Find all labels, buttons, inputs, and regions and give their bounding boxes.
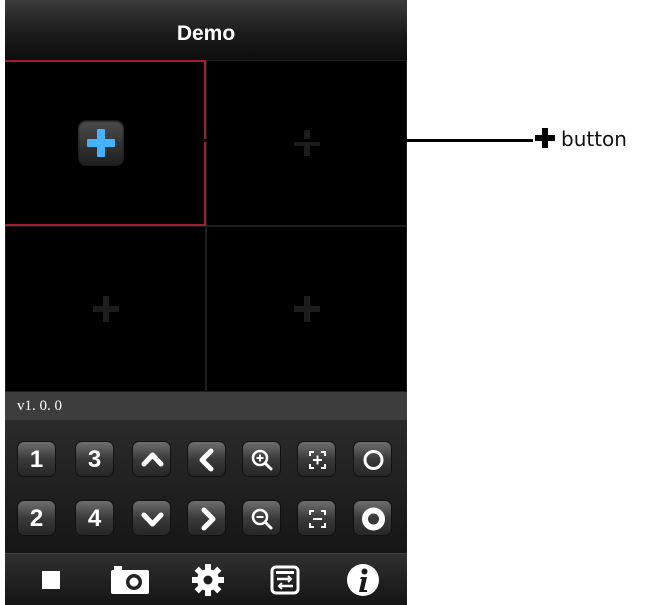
channel-1-button[interactable]: 1 <box>17 441 56 477</box>
focus-out-icon <box>309 510 326 528</box>
stop-icon <box>42 571 60 589</box>
settings-gear-icon <box>192 564 224 596</box>
add-camera-icon <box>91 294 121 324</box>
add-camera-icon <box>292 128 322 158</box>
zoom-in-button[interactable] <box>242 441 281 477</box>
plus-button-callout: button <box>535 127 627 151</box>
settings-button[interactable] <box>183 560 233 600</box>
title-bar: Demo <box>5 0 407 61</box>
snapshot-camera-icon <box>111 566 149 594</box>
version-label: v1. 0. 0 <box>5 392 407 420</box>
iris-open-button[interactable] <box>353 441 392 477</box>
pan-left-button[interactable] <box>187 441 226 477</box>
app-title: Demo <box>176 22 236 45</box>
channel-3-button[interactable]: 3 <box>75 441 114 477</box>
iris-open-icon <box>363 450 384 470</box>
camera-grid <box>5 60 407 392</box>
ptz-control-panel: 1 3 2 4 <box>5 420 407 553</box>
playback-button[interactable] <box>260 560 310 600</box>
chevron-left-icon <box>199 448 214 472</box>
zoom-in-icon <box>251 449 273 471</box>
focus-far-button[interactable] <box>297 500 336 536</box>
chevron-down-icon <box>141 512 164 527</box>
pan-right-button[interactable] <box>187 500 226 536</box>
camera-cell-4[interactable] <box>206 226 407 392</box>
plus-icon <box>535 128 555 148</box>
iris-close-button[interactable] <box>353 500 392 536</box>
info-icon <box>347 564 379 596</box>
add-camera-button[interactable] <box>78 120 124 166</box>
channel-2-button[interactable]: 2 <box>17 500 56 536</box>
camera-cell-3[interactable] <box>5 226 206 392</box>
callout-leader-line <box>150 139 533 142</box>
tilt-up-button[interactable] <box>132 441 171 477</box>
camera-cell-2[interactable] <box>206 60 407 226</box>
stop-button[interactable] <box>26 560 76 600</box>
iris-close-icon <box>362 507 385 531</box>
tilt-down-button[interactable] <box>132 500 171 536</box>
snapshot-button[interactable] <box>105 560 155 600</box>
phone-screen: Demo v1. 0. 0 1 3 2 4 <box>5 0 407 605</box>
playback-icon <box>270 565 300 595</box>
zoom-out-icon <box>251 508 273 530</box>
add-camera-icon <box>292 294 322 324</box>
focus-in-icon <box>309 451 326 469</box>
bottom-toolbar <box>5 553 407 605</box>
chevron-up-icon <box>141 452 164 467</box>
info-button[interactable] <box>338 560 388 600</box>
zoom-out-button[interactable] <box>242 500 281 536</box>
channel-4-button[interactable]: 4 <box>75 500 114 536</box>
chevron-right-icon <box>201 507 216 531</box>
focus-near-button[interactable] <box>297 441 336 477</box>
callout-label: button <box>561 127 627 151</box>
